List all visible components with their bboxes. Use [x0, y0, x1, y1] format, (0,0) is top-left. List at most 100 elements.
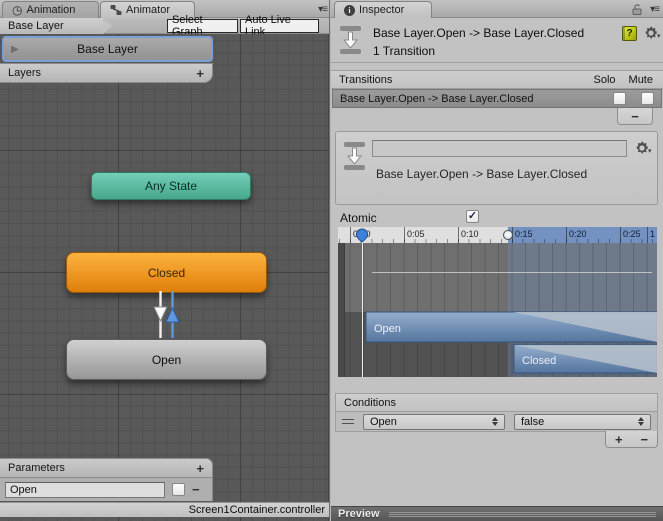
state-node-any-state[interactable]: Any State [91, 172, 251, 200]
transition-start-marker[interactable] [503, 230, 513, 240]
inspector-tabbar: i Inspector ▾≡ [331, 0, 663, 18]
playhead-line[interactable] [362, 242, 363, 377]
state-node-label: Closed [147, 265, 186, 280]
parameter-name-input[interactable] [5, 481, 165, 498]
preview-drag-grip-icon[interactable] [388, 511, 656, 517]
transition-title: Base Layer.Open -> Base Layer.Closed [373, 26, 585, 40]
layer-row-base-layer[interactable]: ▶ Base Layer [2, 36, 213, 62]
state-node-closed[interactable]: Closed [66, 252, 267, 293]
info-icon: i [344, 4, 355, 16]
track-open-label: Open [374, 323, 401, 335]
breadcrumb-label: Base Layer [8, 20, 64, 32]
layers-header: Layers + [0, 63, 213, 83]
breadcrumb-chevron-icon [103, 18, 112, 34]
tab-animation-label: Animation [26, 4, 76, 16]
solo-checkbox[interactable] [613, 92, 626, 105]
transition-settings-gear-icon[interactable]: ▾ [635, 141, 652, 155]
inspector-header: Base Layer.Open -> Base Layer.Closed 1 T… [331, 18, 663, 63]
layers-header-label: Layers [8, 67, 42, 79]
state-node-label: Open [151, 352, 182, 367]
transition-arrows[interactable] [145, 291, 195, 340]
transition-timeline[interactable]: 0:00 0:05 0:10 0:15 0:20 0:25 1 [338, 227, 657, 377]
conditions-header-label: Conditions [344, 396, 396, 409]
transitions-header-label: Transitions [339, 73, 393, 86]
gear-caret-icon: ▾ [648, 148, 652, 155]
preview-label: Preview [338, 508, 380, 520]
controller-path-label: Screen1Container.controller [188, 504, 325, 516]
condition-parameter-value: Open [370, 415, 397, 428]
transition-name-input[interactable] [372, 140, 627, 157]
ruler-tick-label: 0:15 [515, 229, 533, 239]
tab-animation[interactable]: ◷ Animation [2, 1, 99, 18]
atomic-checkbox[interactable]: ✓ [466, 210, 479, 223]
arrowhead-down-icon [153, 306, 168, 323]
ruler-tick-label: 0:20 [569, 229, 587, 239]
animator-statusbar: Screen1Container.controller [0, 502, 331, 517]
lock-icon[interactable] [631, 3, 643, 18]
add-condition-button[interactable]: + [615, 433, 623, 446]
check-icon: ✓ [467, 210, 478, 222]
settings-gear-icon[interactable]: ▾ [644, 26, 661, 40]
select-graph-button[interactable]: Select Graph [167, 14, 238, 38]
dropdown-arrows-icon [492, 417, 498, 426]
animator-toolbar: Base Layer Select Graph Auto Live Link [0, 14, 331, 38]
transition-row-label: Base Layer.Open -> Base Layer.Closed [340, 92, 534, 105]
transition-count: 1 Transition [373, 44, 436, 58]
transition-icon [343, 141, 367, 174]
transition-list-row[interactable]: Base Layer.Open -> Base Layer.Closed [332, 89, 662, 108]
animator-pane-menu-icon[interactable]: ▾≡ [318, 4, 328, 15]
ruler-tick-label: 1 [650, 229, 656, 239]
state-node-open[interactable]: Open [66, 339, 267, 380]
atomic-label: Atomic [340, 211, 377, 225]
tab-animator-label: Animator [126, 4, 171, 16]
solo-column-label: Solo [593, 73, 616, 86]
breadcrumb[interactable]: Base Layer [0, 18, 103, 34]
mute-checkbox[interactable] [641, 92, 654, 105]
ruler-tick [566, 227, 567, 243]
ruler-tick [620, 227, 621, 243]
ruler-tick-label: 0:05 [407, 229, 425, 239]
transition-detail-label: Base Layer.Open -> Base Layer.Closed [376, 167, 588, 181]
add-parameter-button[interactable]: + [196, 462, 204, 475]
auto-live-link-button[interactable]: Auto Live Link [240, 14, 319, 38]
drag-handle-icon[interactable] [342, 419, 354, 424]
ruler-tick [350, 227, 351, 243]
tab-inspector-label: Inspector [359, 4, 405, 16]
ruler-tick-label: 0:10 [461, 229, 479, 239]
remove-condition-button[interactable]: − [640, 433, 648, 446]
condition-parameter-dropdown[interactable]: Open [363, 413, 505, 430]
playhead-icon[interactable] [355, 228, 369, 246]
remove-parameter-button[interactable]: − [192, 483, 200, 496]
layer-row-label: Base Layer [77, 42, 138, 56]
parameters-header-label: Parameters [8, 462, 65, 474]
parameter-value-checkbox[interactable] [172, 483, 185, 496]
condition-row: Open false [335, 412, 658, 432]
condition-value-dropdown[interactable]: false [514, 413, 651, 430]
ruler-tick [647, 227, 648, 243]
help-icon[interactable]: ? [622, 26, 637, 41]
dropdown-arrows-icon [638, 417, 644, 426]
remove-transition-label: − [631, 108, 639, 124]
transition-icon [339, 25, 363, 58]
conditions-section-header: Conditions [335, 393, 658, 412]
ruler-tick-label: 0:25 [623, 229, 641, 239]
clock-icon: ◷ [12, 3, 23, 17]
animator-icon [110, 4, 122, 16]
animator-window: ◷ Animation Animator ▾≡ Base Layer Selec… [0, 0, 331, 521]
gear-caret-icon: ▾ [657, 33, 661, 40]
inspector-pane-menu-icon[interactable]: ▾≡ [650, 4, 660, 15]
ruler-tick [458, 227, 459, 243]
ruler-tick [404, 227, 405, 243]
tab-inspector[interactable]: i Inspector [334, 1, 432, 18]
state-node-label: Any State [144, 179, 198, 193]
add-layer-button[interactable]: + [196, 67, 204, 80]
transition-detail-box: ▾ Base Layer.Open -> Base Layer.Closed [335, 131, 658, 205]
foldout-triangle-icon[interactable]: ▶ [11, 44, 19, 55]
mute-column-label: Mute [628, 73, 653, 86]
timeline-track-bars[interactable]: Open Closed [338, 243, 657, 377]
remove-transition-button[interactable]: − [617, 108, 653, 125]
timeline-ruler[interactable]: 0:00 0:05 0:10 0:15 0:20 0:25 1 [338, 227, 657, 243]
preview-bar[interactable]: Preview [331, 506, 663, 521]
track-closed-label: Closed [522, 355, 556, 367]
parameters-header: Parameters + [0, 458, 213, 478]
